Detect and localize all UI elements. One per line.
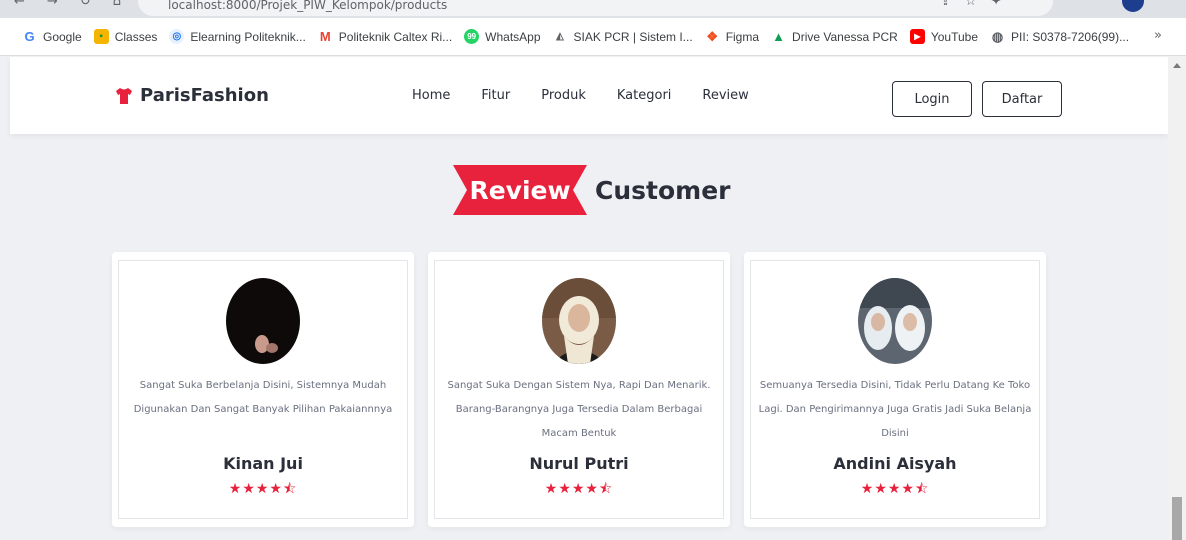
bookmark-label: WhatsApp — [485, 29, 541, 44]
home-icon[interactable]: ⌂ — [113, 0, 121, 9]
address-text[interactable]: localhost:8000/Projek_PIW_Kelompok/produ… — [168, 0, 447, 12]
bookmarks-bar: G Google ▪ Classes ◎ Elearning Politekni… — [0, 18, 1186, 56]
title-ribbon: Review — [453, 165, 587, 215]
title-tag-text: Review — [469, 175, 571, 205]
login-button[interactable]: Login — [892, 81, 972, 117]
title-rest-text: Customer — [595, 175, 731, 205]
reviewer-name: Kinan Jui — [223, 454, 303, 473]
back-icon[interactable]: ← — [14, 0, 25, 9]
star-rating: ★★★★⯪ — [860, 481, 930, 497]
bookmark-youtube[interactable]: ▶ YouTube — [909, 29, 979, 44]
brand-name: ParisFashion — [140, 85, 269, 106]
bookmark-elearning[interactable]: ◎ Elearning Politeknik... — [169, 29, 306, 44]
tshirt-icon — [116, 87, 132, 104]
bookmarks-more-icon[interactable]: » — [1154, 28, 1162, 43]
avatar — [858, 278, 932, 364]
nav-produk[interactable]: Produk — [541, 88, 586, 103]
classes-icon: ▪ — [93, 29, 109, 44]
bookmark-label: Elearning Politeknik... — [190, 29, 306, 44]
share-icon[interactable]: ⇪ — [940, 0, 951, 9]
nav-fitur[interactable]: Fitur — [481, 88, 510, 103]
browser-nav-controls: ← → ↻ ⌂ — [14, 0, 121, 9]
bookmark-label: Classes — [114, 29, 158, 44]
browser-right-controls: ⇪ ☆ ✦ — [940, 0, 1001, 9]
nav-kategori[interactable]: Kategori — [617, 88, 672, 103]
review-card: Sangat Suka Berbelanja Disini, Sistemnya… — [112, 252, 414, 527]
section-title: Review Customer — [453, 163, 731, 217]
review-card: Sangat Suka Dengan Sistem Nya, Rapi Dan … — [428, 252, 730, 527]
extensions-icon[interactable]: ✦ — [991, 0, 1002, 9]
bookmark-siak[interactable]: ◭ SIAK PCR | Sistem I... — [552, 29, 693, 44]
nav-links: Home Fitur Produk Kategori Review — [412, 88, 780, 103]
bookmark-drive[interactable]: ▲ Drive Vanessa PCR — [771, 29, 898, 44]
bookmark-pii[interactable]: ◍ PII: S0378-7206(99)... — [990, 29, 1129, 44]
bookmark-label: PII: S0378-7206(99)... — [1011, 29, 1130, 44]
youtube-icon: ▶ — [909, 29, 925, 44]
reload-icon[interactable]: ↻ — [80, 0, 91, 9]
bookmark-label: Google — [43, 29, 82, 44]
figma-icon: ❖ — [704, 28, 720, 44]
browser-toolbar: ← → ↻ ⌂ localhost:8000/Projek_PIW_Kelomp… — [0, 0, 1186, 18]
page-scrollbar[interactable] — [1168, 57, 1186, 540]
daftar-button[interactable]: Daftar — [982, 81, 1062, 117]
google-icon: G — [22, 29, 37, 44]
siak-icon: ◭ — [552, 29, 568, 44]
bookmark-label: Politeknik Caltex Ri... — [338, 29, 453, 44]
bookmark-figma[interactable]: ❖ Figma — [704, 28, 760, 44]
review-text: Semuanya Tersedia Disini, Tidak Perlu Da… — [758, 380, 1032, 439]
avatar — [226, 278, 300, 364]
review-card: Semuanya Tersedia Disini, Tidak Perlu Da… — [744, 252, 1046, 527]
bookmark-star-icon[interactable]: ☆ — [965, 0, 977, 9]
bookmark-politeknik[interactable]: M Politeknik Caltex Ri... — [317, 29, 453, 44]
globe-icon: ◍ — [990, 28, 1006, 44]
bookmark-label: Drive Vanessa PCR — [792, 29, 898, 44]
gmail-icon: M — [317, 29, 333, 44]
bookmark-classes[interactable]: ▪ Classes — [93, 29, 158, 44]
star-rating: ★★★★⯪ — [544, 481, 614, 497]
bookmark-label: SIAK PCR | Sistem I... — [573, 29, 693, 44]
review-text: Sangat Suka Berbelanja Disini, Sistemnya… — [133, 380, 393, 415]
brand-logo[interactable]: ParisFashion — [114, 85, 269, 106]
bookmark-label: Figma — [725, 29, 760, 44]
scrollbar-thumb[interactable] — [1172, 497, 1182, 540]
review-text: Sangat Suka Dengan Sistem Nya, Rapi Dan … — [447, 380, 711, 439]
scroll-up-icon[interactable] — [1173, 63, 1181, 68]
page-viewport: ParisFashion Home Fitur Produk Kategori … — [0, 57, 1168, 540]
nav-home[interactable]: Home — [412, 88, 450, 103]
bookmark-whatsapp[interactable]: 99 WhatsApp — [464, 29, 541, 44]
site-navbar: ParisFashion Home Fitur Produk Kategori … — [10, 57, 1168, 134]
forward-icon[interactable]: → — [47, 0, 58, 9]
reviewer-name: Nurul Putri — [529, 454, 629, 473]
profile-avatar[interactable] — [1122, 0, 1144, 12]
avatar — [542, 278, 616, 364]
whatsapp-icon: 99 — [464, 29, 480, 44]
bookmark-label: YouTube — [930, 29, 979, 44]
reviewer-name: Andini Aisyah — [833, 454, 957, 473]
bookmark-google[interactable]: G Google — [22, 29, 82, 44]
drive-icon: ▲ — [771, 29, 787, 44]
nav-review[interactable]: Review — [702, 88, 748, 103]
elearning-icon: ◎ — [169, 29, 185, 44]
star-rating: ★★★★⯪ — [228, 481, 298, 497]
